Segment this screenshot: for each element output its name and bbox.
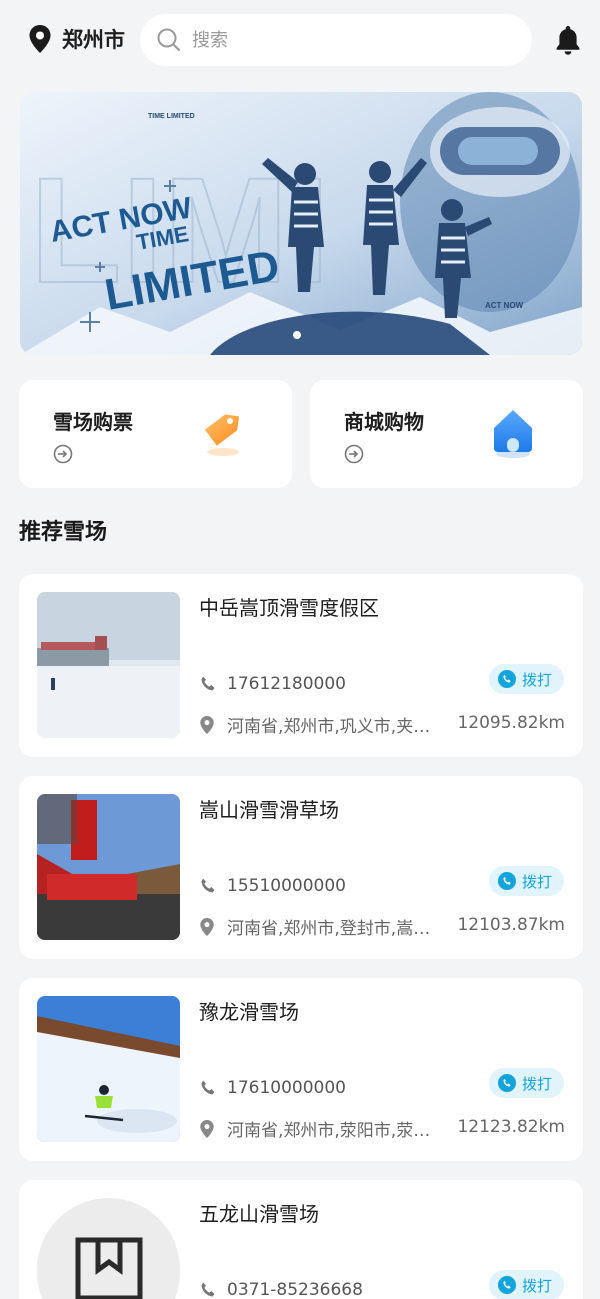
call-phone-icon (498, 872, 516, 890)
call-label: 拨打 (522, 872, 553, 891)
shop-house-icon (494, 410, 532, 458)
resort-photo (37, 592, 180, 738)
call-label: 拨打 (522, 670, 553, 689)
promo-banner[interactable]: LIMI ACT NOW TIME LIMITED TIME LIMITED A… (20, 92, 582, 355)
resort-address: 河南省,郑州市,登封市,嵩… (227, 919, 431, 939)
location-pin-icon (200, 715, 214, 734)
ski-ticket-label: 雪场购票 (53, 410, 133, 434)
banner-tag-bottom: ACT NOW (485, 301, 524, 310)
resort-phone-row: 17610000000 (199, 1078, 346, 1098)
call-phone-icon (498, 670, 516, 688)
banner-tag-top: TIME LIMITED (148, 113, 195, 120)
location-pin-icon (200, 1119, 214, 1138)
bell-icon[interactable] (554, 24, 582, 56)
resort-distance: 12123.82km (457, 1117, 565, 1137)
search-bar[interactable] (140, 14, 532, 66)
current-city: 郑州市 (62, 28, 125, 52)
call-label: 拨打 (522, 1074, 553, 1093)
resort-phone: 15510000000 (227, 876, 346, 896)
mall-shopping-label: 商城购物 (344, 410, 424, 434)
top-bar: 郑州市 (0, 0, 600, 80)
location-selector[interactable]: 郑州市 (28, 24, 125, 54)
resort-photo (37, 996, 180, 1142)
resort-card[interactable]: 中岳嵩顶滑雪度假区 17612180000 拨打 河南省,郑州市,巩义市,夹… … (19, 574, 583, 757)
resort-name: 五龙山滑雪场 (199, 1202, 319, 1226)
call-label: 拨打 (522, 1276, 553, 1295)
app-screen: 郑州市 LIMI (0, 0, 600, 1299)
search-icon (157, 28, 181, 52)
location-pin-icon (200, 917, 214, 936)
phone-icon (201, 1080, 215, 1095)
resort-address-row: 河南省,郑州市,登封市,嵩… (199, 914, 447, 939)
resort-phone: 0371-85236668 (227, 1280, 363, 1299)
ski-ticket-card[interactable]: 雪场购票 (19, 380, 292, 488)
call-phone-icon (498, 1276, 516, 1294)
call-button[interactable]: 拨打 (489, 866, 565, 896)
location-pin-icon (29, 25, 51, 53)
phone-icon (201, 676, 215, 691)
resort-address: 河南省,郑州市,荥阳市,荥… (227, 1121, 431, 1141)
ticket-tag-icon (204, 414, 240, 456)
resort-distance: 12103.87km (457, 915, 565, 935)
image-placeholder-icon (75, 1237, 143, 1299)
resort-card[interactable]: 嵩山滑雪滑草场 15510000000 拨打 河南省,郑州市,登封市,嵩… 12… (19, 776, 583, 959)
recommended-resorts-title: 推荐雪场 (19, 520, 108, 545)
resort-address-row: 河南省,郑州市,巩义市,夹… (199, 712, 447, 737)
resort-distance: 12095.82km (457, 713, 565, 733)
resort-address-row: 河南省,郑州市,荥阳市,荥… (199, 1116, 447, 1141)
resort-name: 嵩山滑雪滑草场 (199, 798, 339, 822)
mall-shopping-card[interactable]: 商城购物 (310, 380, 583, 488)
resort-photo-placeholder (37, 1198, 180, 1299)
resort-card[interactable]: 五龙山滑雪场 0371-85236668 拨打 (19, 1180, 583, 1299)
enter-arrow-icon (344, 444, 364, 464)
phone-icon (201, 878, 215, 893)
resort-card[interactable]: 豫龙滑雪场 17610000000 拨打 河南省,郑州市,荥阳市,荥… 1212… (19, 978, 583, 1161)
call-button[interactable]: 拨打 (489, 664, 565, 694)
search-input[interactable] (192, 29, 492, 51)
resort-phone-row: 17612180000 (199, 674, 346, 694)
call-button[interactable]: 拨打 (489, 1270, 565, 1299)
resort-phone-row: 15510000000 (199, 876, 346, 896)
resort-phone-row: 0371-85236668 (199, 1280, 363, 1299)
resort-address: 河南省,郑州市,巩义市,夹… (227, 717, 431, 737)
call-phone-icon (498, 1074, 516, 1092)
resort-photo (37, 794, 180, 940)
resort-name: 中岳嵩顶滑雪度假区 (199, 596, 379, 620)
resort-phone: 17610000000 (227, 1078, 346, 1098)
banner-pagination (293, 331, 303, 339)
phone-icon (201, 1282, 215, 1297)
banner-illustration: LIMI ACT NOW TIME LIMITED TIME LIMITED A… (20, 92, 582, 355)
call-button[interactable]: 拨打 (489, 1068, 565, 1098)
resort-name: 豫龙滑雪场 (199, 1000, 299, 1024)
pagination-dot-active (293, 331, 301, 339)
enter-arrow-icon (53, 444, 73, 464)
resort-phone: 17612180000 (227, 674, 346, 694)
